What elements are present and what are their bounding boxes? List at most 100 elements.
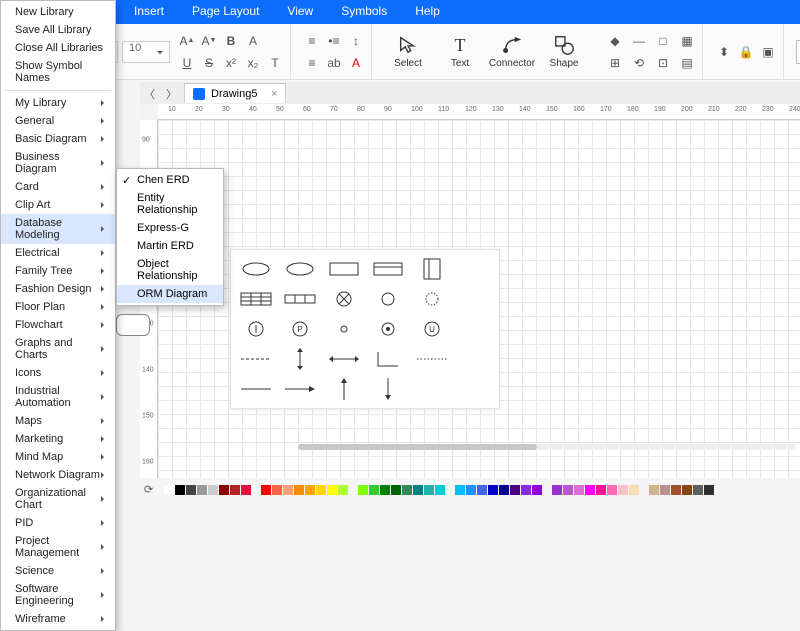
menu-cat-family-tree[interactable]: Family Tree bbox=[1, 262, 115, 280]
shape-arrow-down[interactable] bbox=[373, 380, 403, 398]
menu-cat-graphs-and-charts[interactable]: Graphs and Charts bbox=[1, 334, 115, 364]
shape-cells[interactable] bbox=[285, 290, 315, 308]
menu-cat-fashion-design[interactable]: Fashion Design bbox=[1, 280, 115, 298]
menu-cat-business-diagram[interactable]: Business Diagram bbox=[1, 148, 115, 178]
align-center-icon[interactable]: ≡ bbox=[303, 54, 321, 72]
menu-cat-organizational-chart[interactable]: Organizational Chart bbox=[1, 484, 115, 514]
color-swatch[interactable] bbox=[532, 485, 542, 495]
shape-circle-small[interactable] bbox=[373, 290, 403, 308]
menu-cat-basic-diagram[interactable]: Basic Diagram bbox=[1, 130, 115, 148]
menu-cat-wireframe[interactable]: Wireframe bbox=[1, 610, 115, 628]
font-size-select[interactable]: 10 bbox=[122, 41, 170, 63]
color-swatch[interactable] bbox=[552, 485, 562, 495]
submenu-object-relationship[interactable]: Object Relationship bbox=[117, 255, 223, 285]
font-color-icon[interactable]: A bbox=[347, 54, 365, 72]
menu-cat-my-library[interactable]: My Library bbox=[1, 94, 115, 112]
color-swatch[interactable] bbox=[402, 485, 412, 495]
color-swatch[interactable] bbox=[197, 485, 207, 495]
menu-cat-industrial-automation[interactable]: Industrial Automation bbox=[1, 382, 115, 412]
menu-new-library[interactable]: New Library bbox=[1, 3, 115, 21]
menu-cat-science[interactable]: Science bbox=[1, 562, 115, 580]
shape-ellipse[interactable] bbox=[241, 260, 271, 278]
menu-cat-floor-plan[interactable]: Floor Plan bbox=[1, 298, 115, 316]
color-swatch[interactable] bbox=[466, 485, 476, 495]
shape-table[interactable] bbox=[241, 290, 271, 308]
color-swatch[interactable] bbox=[358, 485, 368, 495]
color-swatch[interactable] bbox=[338, 485, 348, 495]
shape-arrow-up[interactable] bbox=[329, 380, 359, 398]
color-swatch[interactable] bbox=[660, 485, 670, 495]
color-swatch[interactable] bbox=[574, 485, 584, 495]
scrollbar-horizontal[interactable] bbox=[298, 444, 796, 450]
tab-view[interactable]: View bbox=[273, 0, 327, 24]
close-tab-icon[interactable]: × bbox=[271, 88, 277, 100]
color-swatch[interactable] bbox=[435, 485, 445, 495]
textcase-icon[interactable]: T bbox=[266, 54, 284, 72]
shape-line-solid[interactable] bbox=[241, 380, 271, 398]
color-swatch[interactable] bbox=[413, 485, 423, 495]
distribute-icon[interactable]: ⊞ bbox=[606, 54, 624, 72]
connector-tool[interactable]: Connector bbox=[488, 24, 536, 79]
color-swatch[interactable] bbox=[327, 485, 337, 495]
submenu-entity-relationship[interactable]: Entity Relationship bbox=[117, 189, 223, 219]
color-swatch[interactable] bbox=[671, 485, 681, 495]
menu-cat-network-diagram[interactable]: Network Diagram bbox=[1, 466, 115, 484]
color-swatch[interactable] bbox=[305, 485, 315, 495]
document-tab[interactable]: Drawing5 × bbox=[184, 83, 286, 103]
color-swatch[interactable] bbox=[369, 485, 379, 495]
menu-cat-flowchart[interactable]: Flowchart bbox=[1, 316, 115, 334]
shape-rect-side[interactable] bbox=[417, 260, 447, 278]
shape-bracket[interactable] bbox=[373, 350, 403, 368]
scrollbar-thumb[interactable] bbox=[298, 444, 537, 450]
color-swatch[interactable] bbox=[596, 485, 606, 495]
color-swatch[interactable] bbox=[164, 485, 174, 495]
color-swatch[interactable] bbox=[208, 485, 218, 495]
align-icon[interactable]: ▤ bbox=[678, 54, 696, 72]
color-swatch[interactable] bbox=[294, 485, 304, 495]
shape-line-arrows-v[interactable] bbox=[285, 350, 315, 368]
align-left-icon[interactable]: ≡ bbox=[303, 32, 321, 50]
menu-cat-marketing[interactable]: Marketing bbox=[1, 430, 115, 448]
shadow-icon[interactable]: □ bbox=[654, 32, 672, 50]
bold-icon[interactable]: B bbox=[222, 32, 240, 50]
color-swatch[interactable] bbox=[704, 485, 714, 495]
clear-format-icon[interactable]: A bbox=[244, 32, 262, 50]
color-swatch[interactable] bbox=[241, 485, 251, 495]
color-swatch[interactable] bbox=[380, 485, 390, 495]
color-swatch[interactable] bbox=[272, 485, 282, 495]
nav-fwd-icon[interactable]: 〉 bbox=[166, 86, 180, 100]
submenu-orm-diagram[interactable]: ORM Diagram bbox=[117, 285, 223, 303]
menu-cat-electrical[interactable]: Electrical bbox=[1, 244, 115, 262]
lock-icon[interactable]: 🔒 bbox=[737, 43, 755, 61]
shape-circle-u[interactable]: U bbox=[417, 320, 447, 338]
color-swatch[interactable] bbox=[316, 485, 326, 495]
color-swatch[interactable] bbox=[563, 485, 573, 495]
arrange-icon[interactable]: ▦ bbox=[678, 32, 696, 50]
menu-close-all-libraries[interactable]: Close All Libraries bbox=[1, 39, 115, 57]
color-swatch[interactable] bbox=[510, 485, 520, 495]
shape-dotted-circle[interactable] bbox=[417, 290, 447, 308]
menu-cat-maps[interactable]: Maps bbox=[1, 412, 115, 430]
tab-symbols[interactable]: Symbols bbox=[327, 0, 401, 24]
shape-line-arrows-h[interactable] bbox=[329, 350, 359, 368]
tab-insert[interactable]: Insert bbox=[120, 0, 178, 24]
shape-circle-p[interactable]: P bbox=[285, 320, 315, 338]
tab-help[interactable]: Help bbox=[401, 0, 454, 24]
increase-font-icon[interactable]: A▲ bbox=[178, 32, 196, 50]
shape-line-dotted[interactable] bbox=[417, 350, 447, 368]
shape-arrow-right[interactable] bbox=[285, 380, 315, 398]
group-icon[interactable]: ⊡ bbox=[654, 54, 672, 72]
shape-rect-header[interactable] bbox=[373, 260, 403, 278]
shape-circle-i[interactable] bbox=[241, 320, 271, 338]
decrease-font-icon[interactable]: A▼ bbox=[200, 32, 218, 50]
layer-icon[interactable]: ▣ bbox=[759, 43, 777, 61]
rotate-icon[interactable]: ⟲ bbox=[630, 54, 648, 72]
color-swatch[interactable] bbox=[219, 485, 229, 495]
text-tool[interactable]: TText bbox=[436, 24, 484, 79]
superscript-icon[interactable]: x² bbox=[222, 54, 240, 72]
color-swatch[interactable] bbox=[283, 485, 293, 495]
menu-save-all-library[interactable]: Save All Library bbox=[1, 21, 115, 39]
menu-show-symbol-names[interactable]: Show Symbol Names bbox=[1, 57, 115, 87]
color-swatch[interactable] bbox=[391, 485, 401, 495]
menu-cat-mind-map[interactable]: Mind Map bbox=[1, 448, 115, 466]
